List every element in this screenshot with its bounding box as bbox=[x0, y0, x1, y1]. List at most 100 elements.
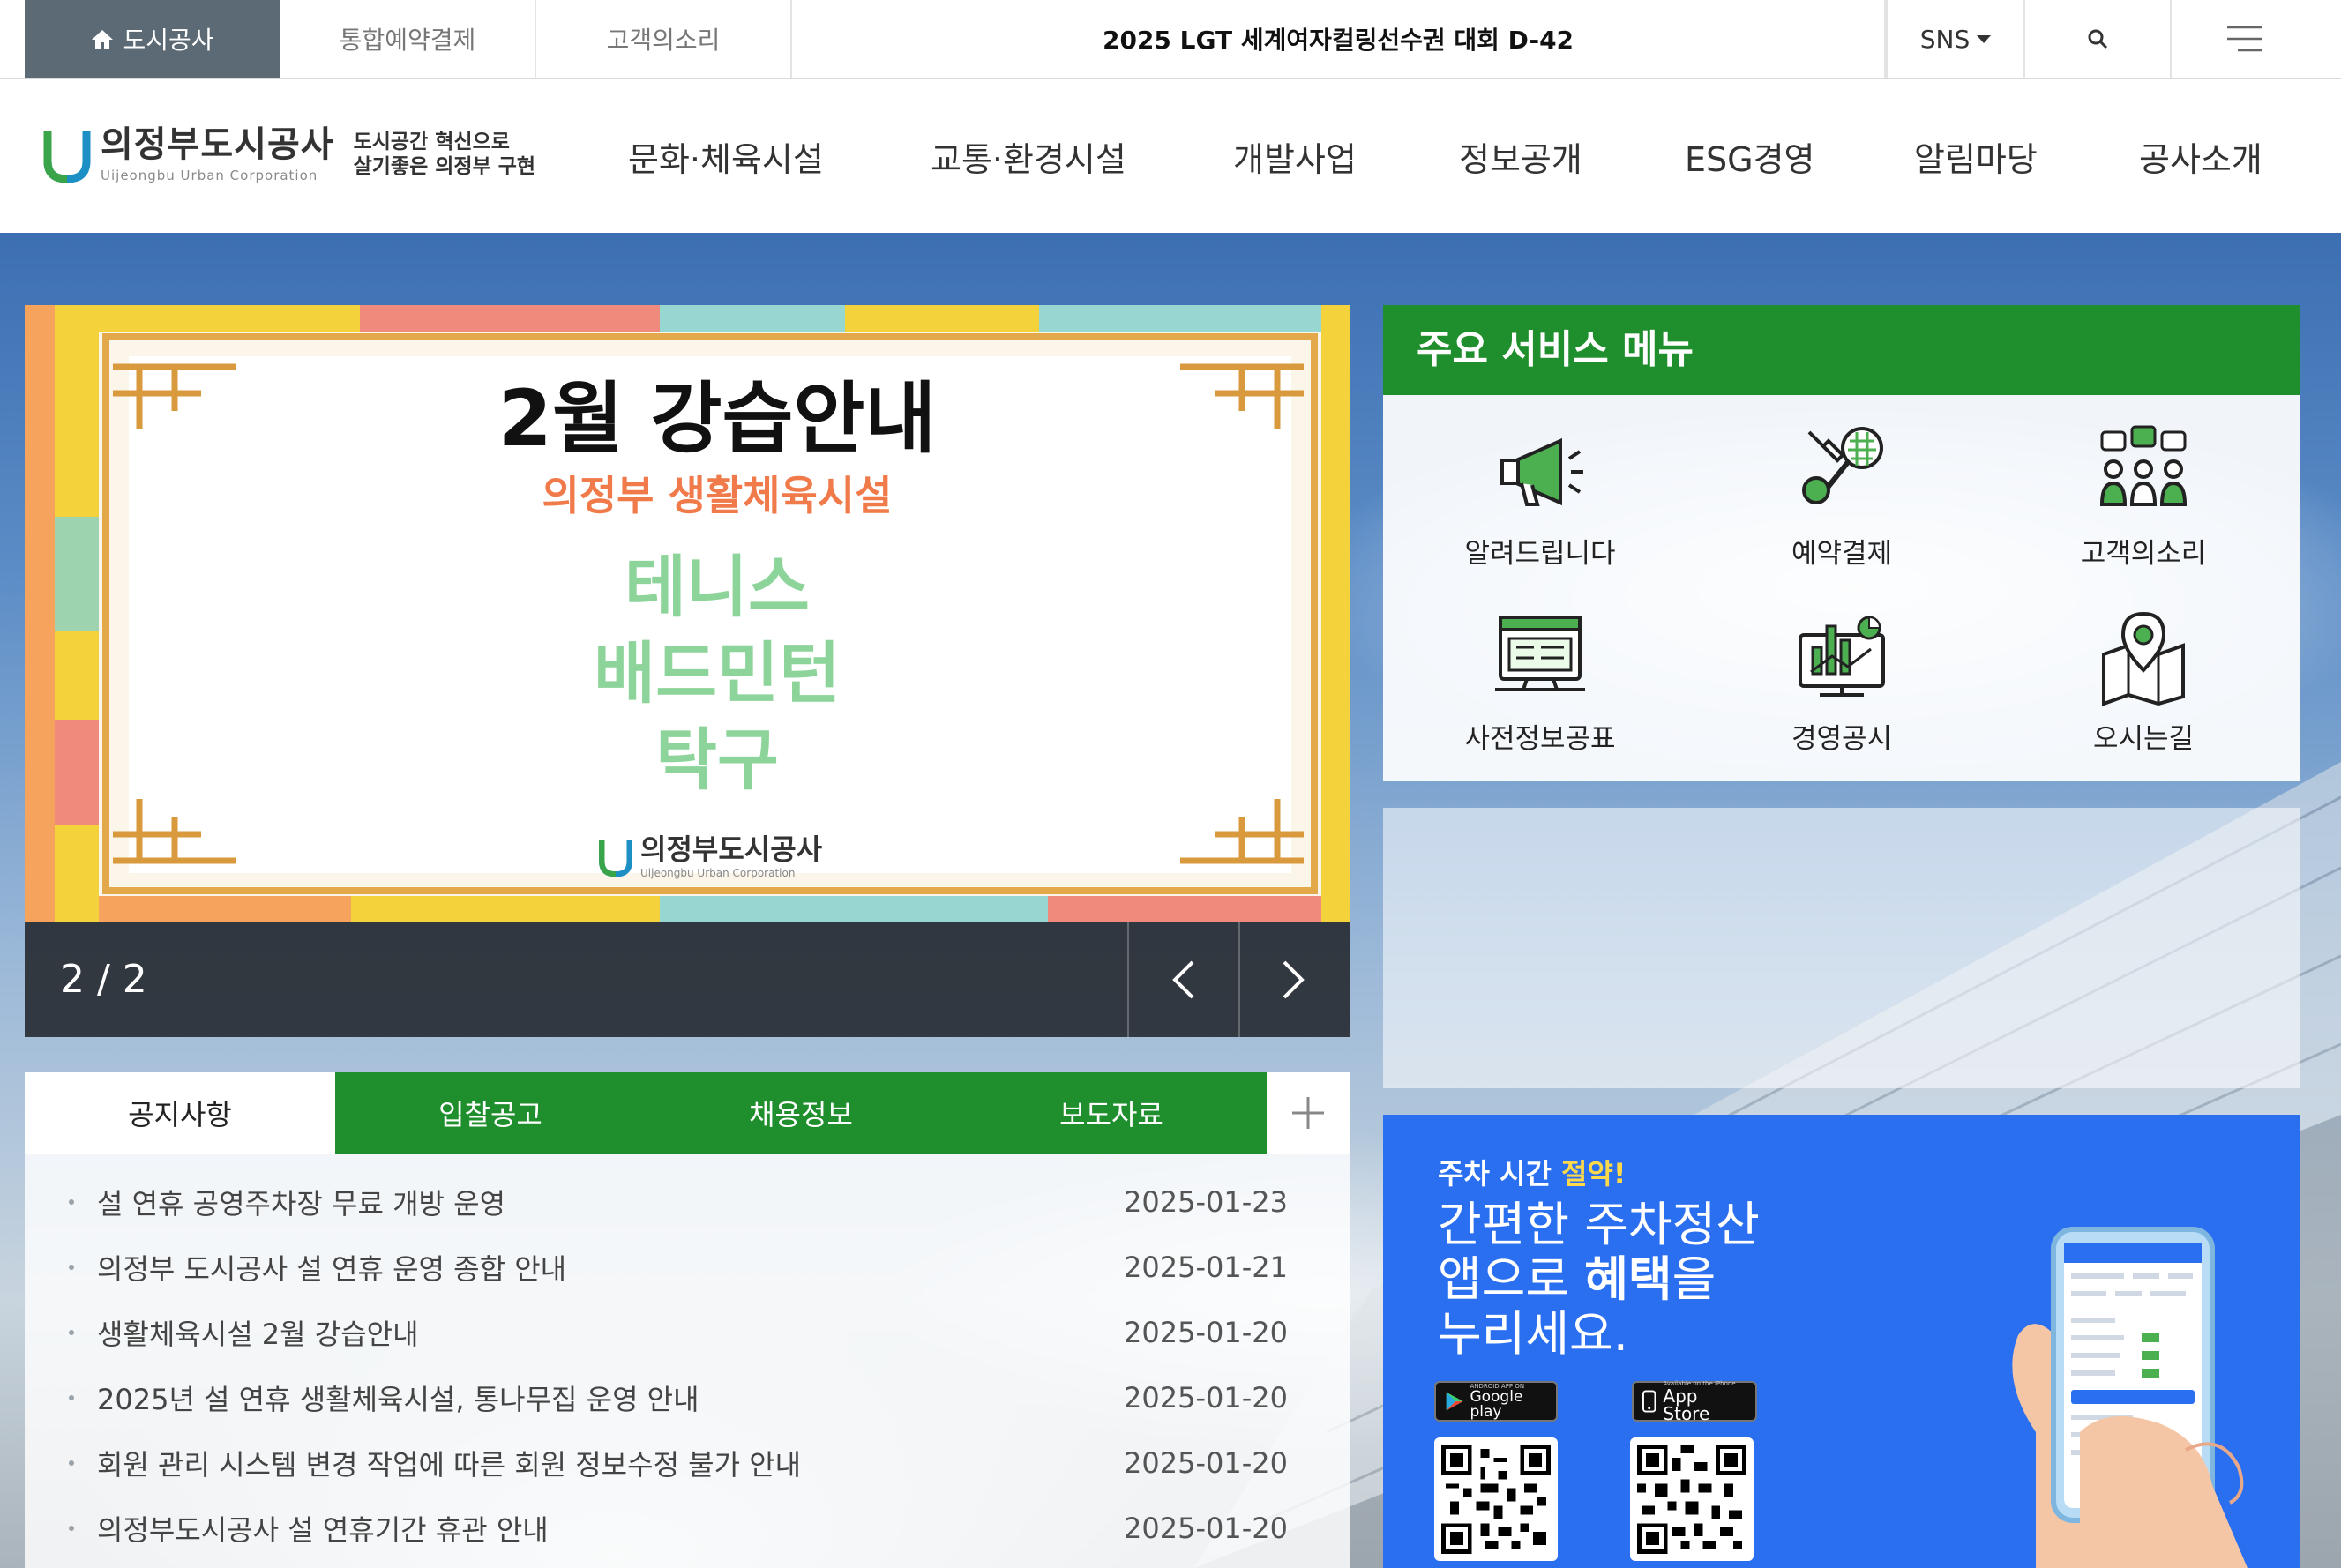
bullet-icon bbox=[69, 1330, 74, 1335]
service-disclosure[interactable]: 사전정보공표 bbox=[1390, 609, 1690, 785]
notice-date: 2025-01-20 bbox=[1124, 1446, 1288, 1480]
booking-link[interactable]: 통합예약결제 bbox=[280, 0, 536, 78]
service-label: 오시는길 bbox=[2092, 723, 2195, 755]
banner-logo-name: 의정부도시공사 bbox=[640, 833, 823, 866]
megaphone-icon bbox=[1500, 437, 1583, 506]
notice-title: 설 연휴 공영주차장 무료 개방 운영 bbox=[97, 1187, 506, 1221]
more-button[interactable] bbox=[1267, 1072, 1350, 1154]
hamburger-icon bbox=[2227, 26, 2262, 52]
notice-item[interactable]: 설 연휴 공영주차장 무료 개방 운영 2025-01-23 bbox=[25, 1169, 1350, 1235]
nav-notice[interactable]: 알림마당 bbox=[1914, 129, 2038, 190]
nav-traffic-environment[interactable]: 교통·환경시설 bbox=[931, 129, 1126, 190]
notice-title: 회원 관리 시스템 변경 작업에 따른 회원 정보수정 불가 안내 bbox=[97, 1448, 802, 1482]
google-play-label: Google play bbox=[1470, 1387, 1523, 1421]
banner-logo: 의정부도시공사 Uijeongbu Urban Corporation bbox=[598, 834, 822, 880]
home-tab-label: 도시공사 bbox=[123, 26, 214, 55]
service-directions[interactable]: 오시는길 bbox=[1993, 609, 2293, 785]
nav-esg[interactable]: ESG경영 bbox=[1685, 129, 1815, 190]
main-banner-slide[interactable]: 2월 강습안내 의정부 생활체육시설 테니스 배드민턴 탁구 의정부도시공사 U… bbox=[25, 305, 1350, 922]
notice-item[interactable]: 생활체육시설 2월 강습안내 2025-01-20 bbox=[25, 1300, 1350, 1365]
service-label: 사전정보공표 bbox=[1464, 723, 1616, 755]
tab-notice[interactable]: 공지사항 bbox=[25, 1072, 335, 1154]
site-header: 의정부도시공사 Uijeongbu Urban Corporation 도시공간… bbox=[0, 79, 2341, 233]
google-play-button[interactable]: ANDROID APP ON Google play bbox=[1434, 1381, 1558, 1422]
bullet-icon bbox=[69, 1265, 74, 1270]
slogan: 도시공간 혁신으로 살기좋은 의정부 구현 bbox=[354, 131, 535, 179]
customer-voice-link[interactable]: 고객의소리 bbox=[536, 0, 792, 78]
chart-monitor-icon bbox=[1799, 616, 1885, 697]
slogan-line-2: 살기좋은 의정부 구현 bbox=[353, 155, 536, 178]
promo-tagline-plain: 주차 시간 bbox=[1438, 1157, 1562, 1191]
top-utility-bar: 도시공사 통합예약결제 고객의소리 2025 LGT 세계여자컬링선수권 대회 … bbox=[0, 0, 2341, 79]
nav-about[interactable]: 공사소개 bbox=[2139, 129, 2262, 190]
notice-item[interactable]: 2025년 설 연휴 생활체육시설, 통나무집 운영 안내 2025-01-20 bbox=[25, 1365, 1350, 1430]
service-label: 경영공시 bbox=[1791, 723, 1893, 755]
notice-title: 2025년 설 연휴 생활체육시설, 통나무집 운영 안내 bbox=[97, 1383, 699, 1416]
notice-date: 2025-01-20 bbox=[1124, 1512, 1288, 1545]
bullet-icon bbox=[69, 1460, 74, 1466]
google-play-icon bbox=[1446, 1392, 1463, 1411]
notice-date: 2025-01-21 bbox=[1124, 1251, 1288, 1284]
customer-group-icon bbox=[2099, 425, 2188, 506]
nav-culture-sports[interactable]: 문화·체육시설 bbox=[628, 129, 824, 190]
promo-tagline: 주차 시간 절약! bbox=[1438, 1152, 1627, 1192]
empty-content-panel bbox=[1383, 808, 2300, 1088]
tab-recruit[interactable]: 채용정보 bbox=[646, 1072, 956, 1154]
service-menu-title: 주요 서비스 메뉴 bbox=[1417, 327, 1694, 372]
service-management[interactable]: 경영공시 bbox=[1692, 609, 1992, 785]
logo-name: 의정부도시공사 bbox=[101, 124, 334, 165]
logo-english: Uijeongbu Urban Corporation bbox=[101, 168, 318, 183]
service-menu-header: 주요 서비스 메뉴 bbox=[1383, 305, 2300, 395]
event-ticker[interactable]: 2025 LGT 세계여자컬링선수권 대회 D-42 bbox=[792, 0, 1886, 78]
bullet-icon bbox=[69, 1199, 74, 1205]
service-notice[interactable]: 알려드립니다 bbox=[1390, 423, 1690, 600]
service-label: 알려드립니다 bbox=[1464, 538, 1616, 570]
notice-item[interactable]: 회원 관리 시스템 변경 작업에 따른 회원 정보수정 불가 안내 2025-0… bbox=[25, 1430, 1350, 1496]
map-pin-icon bbox=[2102, 611, 2185, 706]
service-label: 예약결제 bbox=[1791, 538, 1893, 570]
notice-item[interactable]: 의정부 도시공사 설 연휴 운영 종합 안내 2025-01-21 bbox=[25, 1235, 1350, 1300]
slide-counter: 2 / 2 bbox=[60, 957, 147, 1002]
next-slide-button[interactable] bbox=[1238, 922, 1348, 1037]
qr-code-icon bbox=[1637, 1445, 1746, 1554]
menu-button[interactable] bbox=[2172, 0, 2318, 78]
tab-bids[interactable]: 입찰공고 bbox=[335, 1072, 646, 1154]
notice-title: 의정부 도시공사 설 연휴 운영 종합 안내 bbox=[97, 1252, 567, 1286]
banner-controls: 2 / 2 bbox=[25, 922, 1350, 1037]
app-store-label: App Store bbox=[1663, 1385, 1710, 1424]
prev-slide-button[interactable] bbox=[1127, 922, 1237, 1037]
chevron-left-icon bbox=[1172, 960, 1194, 999]
banner-subtitle: 의정부 생활체육시설 bbox=[542, 472, 893, 519]
caret-down-icon bbox=[1977, 34, 1992, 43]
sns-label: SNS bbox=[1919, 24, 1971, 54]
service-label: 고객의소리 bbox=[2080, 538, 2207, 570]
service-booking[interactable]: 예약결제 bbox=[1692, 423, 1992, 600]
logo-mark-icon bbox=[43, 131, 91, 183]
site-logo[interactable]: 의정부도시공사 Uijeongbu Urban Corporation 도시공간… bbox=[42, 123, 535, 187]
monitor-list-icon bbox=[1495, 616, 1585, 691]
parking-app-promo[interactable]: 주차 시간 절약! 간편한 주차정산 앱으로 혜택을 누리세요. ANDROID… bbox=[1383, 1115, 2300, 1568]
sports-rackets-icon bbox=[1802, 427, 1883, 504]
app-store-button[interactable]: Available on the iPhone App Store bbox=[1632, 1380, 1757, 1424]
qr-code-icon bbox=[1441, 1445, 1551, 1554]
tab-press[interactable]: 보도자료 bbox=[956, 1072, 1267, 1154]
service-voice[interactable]: 고객의소리 bbox=[1993, 423, 2293, 600]
notice-item[interactable]: 의정부도시공사 설 연휴기간 휴관 안내 2025-01-20 bbox=[25, 1496, 1350, 1561]
banner-sport-1: 테니스 bbox=[625, 548, 810, 626]
sns-dropdown[interactable]: SNS bbox=[1886, 0, 2025, 78]
bullet-icon bbox=[69, 1526, 74, 1531]
plus-icon bbox=[1292, 1097, 1324, 1129]
bullet-icon bbox=[69, 1395, 74, 1400]
notice-date: 2025-01-20 bbox=[1124, 1381, 1288, 1415]
search-button[interactable] bbox=[2025, 0, 2172, 78]
banner-title: 2월 강습안내 bbox=[497, 373, 937, 464]
nav-information[interactable]: 정보공개 bbox=[1459, 129, 1582, 190]
phone-in-hand-illustration bbox=[2012, 1227, 2248, 1568]
promo-line-2-a: 앱으로 bbox=[1438, 1251, 1585, 1307]
home-tab[interactable]: 도시공사 bbox=[25, 0, 280, 78]
service-menu-panel: 주요 서비스 메뉴 알려드립니다 예약결제 고객의소리 사전정보공표 경영공시 … bbox=[1383, 305, 2300, 781]
banner-logo-english: Uijeongbu Urban Corporation bbox=[640, 867, 796, 879]
nav-development[interactable]: 개발사업 bbox=[1233, 129, 1357, 190]
promo-tagline-accent: 절약! bbox=[1561, 1157, 1627, 1191]
phone-icon bbox=[1642, 1390, 1657, 1413]
